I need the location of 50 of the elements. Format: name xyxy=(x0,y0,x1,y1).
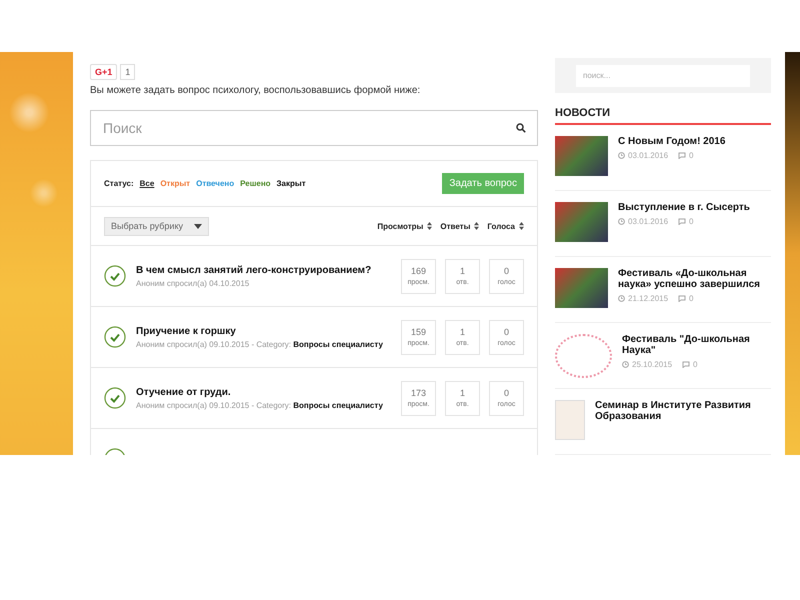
sort-icon xyxy=(519,222,524,230)
news-date: 21.12.2015 xyxy=(628,294,668,303)
comment-count: 0 xyxy=(689,151,694,160)
thumbnail-placeholder[interactable] xyxy=(555,268,608,308)
sort-link[interactable]: Ответы xyxy=(440,222,470,230)
comment-count: 0 xyxy=(693,360,698,369)
news-date: 25.10.2015 xyxy=(632,360,672,369)
speech-bubble-icon xyxy=(682,361,690,368)
sort-link[interactable]: Просмотры xyxy=(377,222,424,230)
sort-link[interactable]: Голоса xyxy=(487,222,515,230)
category-dropdown[interactable]: Выбрать рубрику xyxy=(104,216,209,236)
caret-icon xyxy=(194,224,202,228)
comment-count: 0 xyxy=(689,217,694,226)
news-title[interactable]: С Новым Годом! 2016 xyxy=(618,136,726,147)
thumbnail-placeholder[interactable] xyxy=(555,400,585,440)
question-meta: Аноним спросил(а) 09.10.2015 - Category: Вопросы специалисту xyxy=(136,400,384,410)
thumbnail-placeholder[interactable] xyxy=(555,136,608,176)
speech-bubble-icon xyxy=(678,218,686,225)
clock-icon xyxy=(618,152,625,159)
status-filter-link[interactable]: Все xyxy=(140,179,154,188)
sidebar-search-field[interactable]: поиск... xyxy=(576,64,750,86)
question-title[interactable]: В чем смысл занятий лего-конструированием? xyxy=(136,264,391,276)
news-date: 03.01.2016 xyxy=(628,151,668,160)
news-title[interactable]: Фестиваль "До-школьная Наука" xyxy=(622,334,771,356)
status-filter-link[interactable]: Решено xyxy=(240,179,271,188)
news-title[interactable]: Выступление в г. Сысерть xyxy=(618,202,750,213)
speech-bubble-icon xyxy=(678,295,686,302)
sort-icon xyxy=(474,222,480,230)
comment-count: 0 xyxy=(689,294,694,303)
share-count: 1 xyxy=(120,64,136,80)
search-icon[interactable] xyxy=(516,123,526,133)
intro-text: Вы можете задать вопрос психологу, воспользовавшись формой ниже: xyxy=(90,85,422,96)
thumbnail-placeholder[interactable] xyxy=(555,202,608,242)
status-filter-link[interactable]: Закрыт xyxy=(276,179,306,188)
search-field[interactable]: Поиск xyxy=(90,110,538,146)
clock-icon xyxy=(618,295,625,302)
news-title[interactable]: Семинар в Институте Развития Образования xyxy=(595,400,771,422)
google-plus-button[interactable]: G+1 xyxy=(90,64,118,80)
news-date: 03.01.2016 xyxy=(628,217,668,226)
status-label: Статус: xyxy=(104,179,134,188)
news-heading: НОВОСТИ xyxy=(555,107,771,125)
clock-icon xyxy=(622,361,629,368)
question-meta: Аноним спросил(а) 09.10.2015 - Category: Вопросы специалисту xyxy=(136,340,384,348)
sort-icon xyxy=(427,222,432,230)
news-title[interactable]: Фестиваль «До-школьная наука» успешно завершился xyxy=(618,268,771,290)
question-title[interactable]: Отучение от груди. xyxy=(136,386,391,398)
question-meta: Аноним спросил(а) 04.10.2015 xyxy=(136,278,250,288)
question-title[interactable]: Приучение к горшку xyxy=(136,326,391,336)
speech-bubble-icon xyxy=(678,152,686,159)
clock-icon xyxy=(618,218,625,225)
